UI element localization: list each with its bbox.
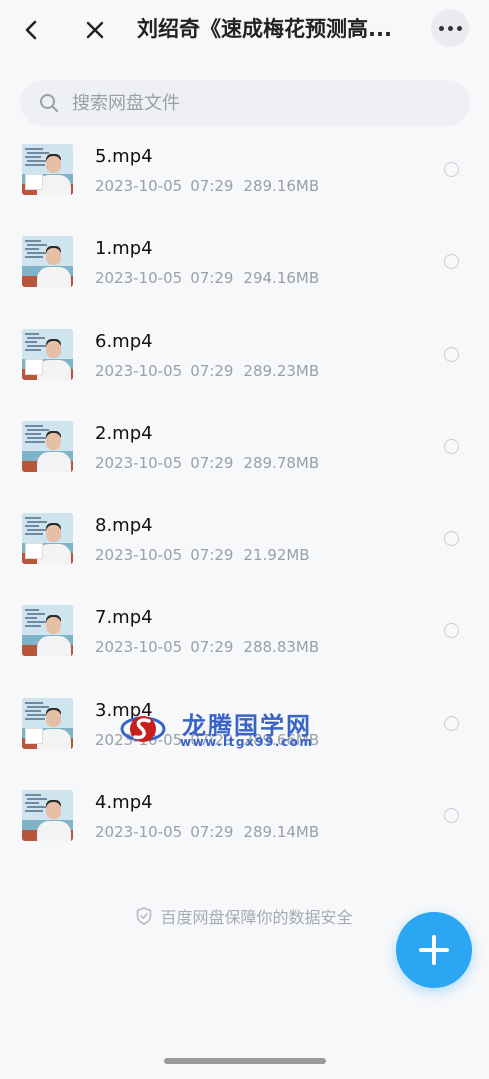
file-time: 07:29 [190,269,234,288]
file-time: 07:29 [190,361,234,380]
close-icon [86,21,104,39]
file-meta: 2023-10-05 07:29 294.16MB [95,267,319,289]
close-button[interactable] [75,10,115,50]
more-icon [438,25,462,31]
select-radio[interactable] [444,254,459,270]
file-date: 2023-10-05 [95,730,183,749]
video-thumbnail [22,236,73,288]
file-size: 289.78MB [243,453,320,472]
file-date: 2023-10-05 [95,546,183,565]
file-date: 2023-10-05 [95,269,183,288]
list-item[interactable]: 2.mp4 2023-10-05 07:29 289.78MB [0,410,489,502]
search-bar[interactable] [20,80,470,126]
file-name: 5.mp4 [95,146,153,167]
file-meta: 2023-10-05 07:29 289.78MB [95,452,319,474]
add-button[interactable] [396,912,472,988]
home-indicator[interactable] [164,1058,326,1064]
file-meta: 2023-10-05 07:29 289.23MB [95,360,319,382]
page-title: 刘绍奇《速成梅花预测高... [137,17,392,41]
video-thumbnail [22,605,73,657]
select-radio[interactable] [444,808,459,824]
file-date: 2023-10-05 [95,638,183,657]
file-size: 289.23MB [243,361,320,380]
list-item[interactable]: 8.mp4 2023-10-05 07:29 21.92MB [0,502,489,594]
file-time: 07:29 [190,453,234,472]
file-name: 8.mp4 [95,515,153,537]
video-thumbnail [22,328,73,380]
file-name: 2.mp4 [95,422,153,444]
file-size: 289.66MB [243,730,320,749]
file-date: 2023-10-05 [95,453,183,472]
file-date: 2023-10-05 [95,361,183,380]
list-item[interactable]: 1.mp4 2023-10-05 07:29 294.16MB [0,225,489,317]
video-thumbnail [22,513,73,565]
video-thumbnail [22,144,73,195]
file-name: 3.mp4 [95,699,153,721]
video-thumbnail [22,790,73,842]
file-time: 07:29 [190,823,234,842]
select-radio[interactable] [444,162,459,177]
file-meta: 2023-10-05 07:29 289.14MB [95,821,319,843]
video-thumbnail [22,420,73,472]
file-name: 6.mp4 [95,330,153,352]
select-radio[interactable] [444,715,459,731]
chevron-left-icon [25,20,37,40]
file-time: 07:29 [190,638,234,657]
file-size: 21.92MB [243,546,310,565]
video-thumbnail [22,697,73,749]
list-item[interactable]: 3.mp4 2023-10-05 07:29 289.66MB [0,687,489,779]
back-button[interactable] [12,10,52,50]
file-meta: 2023-10-05 07:29 289.66MB [95,729,319,751]
file-date: 2023-10-05 [95,177,183,195]
file-meta: 2023-10-05 07:29 288.83MB [95,636,319,658]
file-time: 07:29 [190,730,234,749]
file-size: 289.16MB [243,177,320,195]
search-input[interactable] [72,92,432,114]
select-radio[interactable] [444,438,459,454]
file-time: 07:29 [190,177,234,195]
select-radio[interactable] [444,346,459,362]
file-name: 4.mp4 [95,792,153,814]
file-size: 294.16MB [243,269,320,288]
file-meta: 2023-10-05 07:29 289.16MB [95,175,319,197]
file-size: 288.83MB [243,638,320,657]
file-meta: 2023-10-05 07:29 21.92MB [95,544,310,566]
security-note-text: 百度网盘保障你的数据安全 [160,908,353,927]
more-button[interactable] [431,9,469,47]
list-item[interactable]: 4.mp4 2023-10-05 07:29 289.14MB [0,779,489,871]
file-list: 5.mp4 2023-10-05 07:29 289.16MB 1.mp4 2023-10… [0,133,489,871]
list-item[interactable]: 7.mp4 2023-10-05 07:29 288.83MB [0,594,489,686]
search-icon [40,94,58,112]
shield-icon [137,907,152,925]
file-time: 07:29 [190,546,234,565]
select-radio[interactable] [444,531,459,547]
file-size: 289.14MB [243,823,320,842]
file-name: 1.mp4 [95,238,153,260]
file-name: 7.mp4 [95,607,153,629]
plus-icon [419,935,449,965]
file-browser-screen: 刘绍奇《速成梅花预测高... 5.mp4 2023-10-05 07:29 289.1… [0,0,489,1079]
file-date: 2023-10-05 [95,823,183,842]
select-radio[interactable] [444,623,459,639]
list-item[interactable]: 5.mp4 2023-10-05 07:29 289.16MB [0,133,489,225]
list-item[interactable]: 6.mp4 2023-10-05 07:29 289.23MB [0,318,489,410]
top-bar: 刘绍奇《速成梅花预测高... [0,0,489,60]
